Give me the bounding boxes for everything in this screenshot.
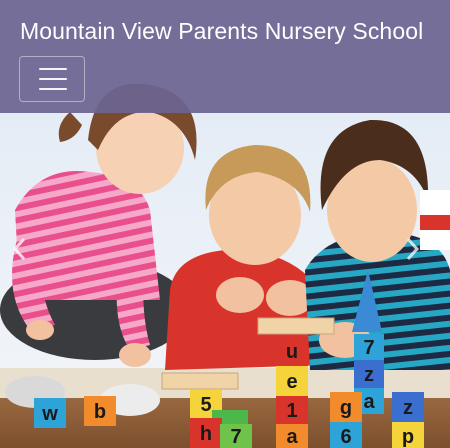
chevron-left-icon[interactable] [12, 236, 28, 262]
block-letter: b [94, 401, 106, 423]
block-letter: w [41, 403, 58, 425]
block-letter: 5 [200, 394, 211, 416]
block-letter: 7 [363, 337, 374, 359]
block-letter: z [403, 397, 413, 419]
block-letter: 6 [340, 426, 351, 448]
block-letter: z [364, 364, 374, 386]
block-letter: h [200, 423, 212, 445]
block-letter: 7 [230, 426, 241, 448]
block-letter: a [286, 426, 298, 448]
site-header: Mountain View Parents Nursery School [0, 0, 450, 113]
hamburger-icon [39, 68, 67, 70]
site-title[interactable]: Mountain View Parents Nursery School [20, 17, 423, 45]
chevron-right-icon[interactable] [404, 236, 420, 262]
block-letter: a [363, 391, 375, 413]
hamburger-icon-bar [39, 88, 67, 90]
block-letter: 1 [286, 400, 297, 422]
block-letter: u [286, 341, 298, 363]
block-letter: p [402, 426, 414, 448]
block-letter: g [340, 397, 352, 419]
hamburger-icon-bar [39, 78, 67, 80]
menu-toggle-button[interactable] [19, 56, 85, 102]
block-letter: e [286, 371, 297, 393]
